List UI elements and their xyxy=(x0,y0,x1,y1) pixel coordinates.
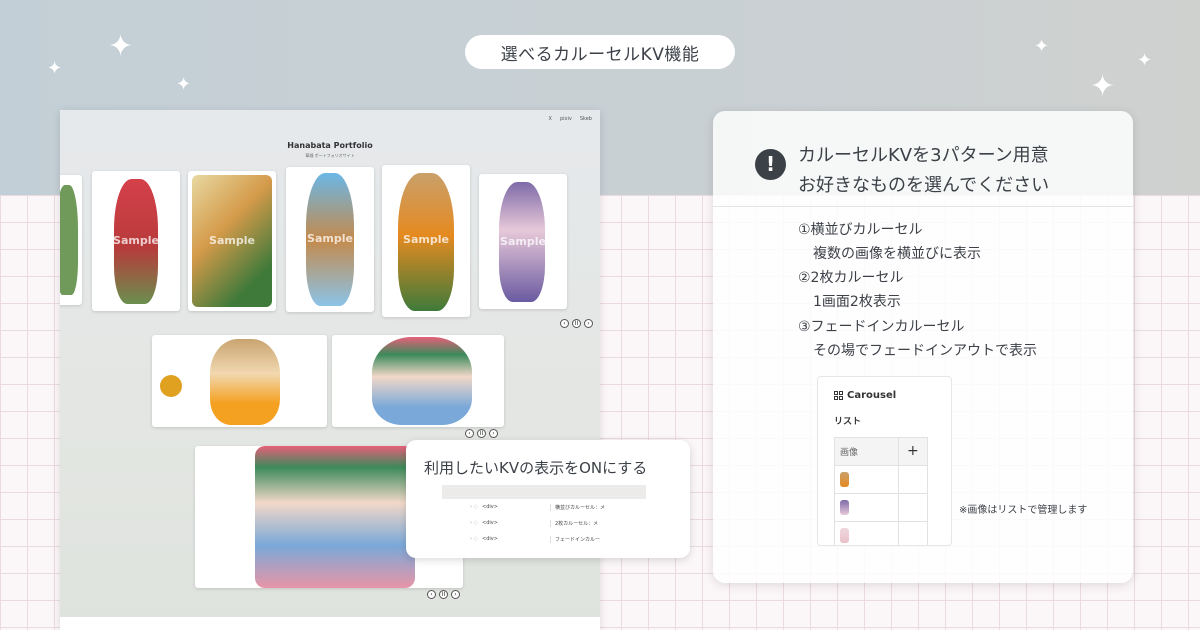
info-panel: ! カルーセルKVを3パターン用意 お好きなものを選んでください ①横並びカルー… xyxy=(713,111,1133,583)
carousel-cms-preview: Carousel リスト 画像 + xyxy=(817,376,952,546)
image-thumbnail xyxy=(840,500,849,515)
next-button[interactable]: › xyxy=(451,590,460,599)
feature-title: 選べるカルーセルKV機能 xyxy=(500,44,700,65)
sparkle-icon: ✦ xyxy=(47,58,63,79)
panel-heading-line1: カルーセルKVを3パターン用意 xyxy=(798,145,1049,166)
element-label: 横並びカルーセル：メ xyxy=(550,503,610,511)
nav-skeb-link[interactable]: Skeb xyxy=(580,116,592,122)
nav-x-link[interactable]: X xyxy=(549,116,552,122)
site-subtitle: 華畑 ポートフォリオサイト xyxy=(305,153,355,158)
element-row[interactable]: › ◌ <div> 横並びカルーセル：メ xyxy=(442,499,646,515)
instruction-callout: 利用したいKVの表示をONにする › ◌ <div> 横並びカルーセル：メ › … xyxy=(406,440,690,558)
add-button[interactable]: + xyxy=(899,438,927,465)
feature-description: その場でフェードインアウトで表示 xyxy=(813,343,1037,359)
feature-description: 1画面2枚表示 xyxy=(813,294,901,310)
sparkle-icon: ✦ xyxy=(1090,69,1116,104)
honey-dipper-illustration xyxy=(160,375,182,397)
prev-button[interactable]: ‹ xyxy=(427,590,436,599)
element-tag: <div> xyxy=(482,520,498,526)
site-title: Hanabata Portfolio xyxy=(287,141,373,150)
callout-title: 利用したいKVの表示をONにする xyxy=(424,459,648,477)
pause-button[interactable]: II xyxy=(439,590,448,599)
carousel-slide[interactable]: Sample xyxy=(92,171,180,311)
sparkle-icon: ✦ xyxy=(176,74,192,95)
sample-watermark: Sample xyxy=(209,234,255,247)
carousel-slide[interactable]: Sample xyxy=(382,165,470,317)
next-button[interactable]: › xyxy=(584,319,593,328)
sparkle-icon: ✦ xyxy=(1034,36,1050,57)
element-tag: <div> xyxy=(482,536,498,542)
list-label: リスト xyxy=(834,417,862,427)
character-illustration xyxy=(372,337,472,425)
sparkle-icon: ✦ xyxy=(1137,50,1153,71)
image-list-table: 画像 + xyxy=(834,437,928,545)
feature-title: ②2枚カルーセル xyxy=(798,270,904,286)
panel-divider xyxy=(713,206,1133,207)
sparkle-icon: ✦ xyxy=(108,29,134,64)
image-list-row[interactable] xyxy=(835,522,927,545)
character-illustration xyxy=(255,446,415,588)
exclamation-icon: ! xyxy=(755,149,786,180)
list-management-note: ※画像はリストで管理します xyxy=(959,505,1088,516)
carousel-slide[interactable] xyxy=(60,175,82,305)
prev-button[interactable]: ‹ xyxy=(465,429,474,438)
feature-title: ③フェードインカルーセル xyxy=(798,319,965,335)
element-label: 2枚カルーセル：メ xyxy=(550,519,610,527)
sample-watermark: Sample xyxy=(113,234,159,247)
carousel-controls: ‹ II › xyxy=(465,429,498,438)
image-list-row[interactable] xyxy=(835,466,927,494)
pause-button[interactable]: II xyxy=(572,319,581,328)
nav-pixiv-link[interactable]: pixiv xyxy=(560,116,572,122)
image-thumbnail xyxy=(840,472,849,487)
panel-heading-line2: お好きなものを選んでください xyxy=(798,175,1050,196)
prev-button[interactable]: ‹ xyxy=(560,319,569,328)
feature-description: 複数の画像を横並びに表示 xyxy=(813,246,981,262)
eye-icon[interactable]: › ◌ xyxy=(442,536,482,542)
carousel-slide[interactable] xyxy=(332,335,504,427)
element-list: › ◌ <div> 横並びカルーセル：メ › ◌ <div> 2枚カルーセル：メ… xyxy=(442,485,646,547)
carousel-slide[interactable]: Sample xyxy=(479,174,567,309)
image-list-row[interactable] xyxy=(835,494,927,522)
image-list-header: 画像 + xyxy=(835,438,927,466)
carousel-slide[interactable]: Sample xyxy=(286,167,374,312)
grid-icon xyxy=(834,391,843,400)
element-list-header xyxy=(442,485,646,499)
carousel-cms-title-text: Carousel xyxy=(847,390,897,401)
carousel-controls: ‹ II › xyxy=(427,590,460,599)
element-row[interactable]: › ◌ <div> フェードインカルー xyxy=(442,531,646,547)
character-illustration xyxy=(210,339,280,425)
sample-watermark: Sample xyxy=(307,232,353,246)
sample-watermark: Sample xyxy=(500,234,546,248)
feature-title-pill: 選べるカルーセルKV機能 xyxy=(465,35,735,69)
eye-icon[interactable]: › ◌ xyxy=(442,520,482,526)
carousel-controls: ‹ II › xyxy=(560,319,593,328)
sample-watermark: Sample xyxy=(403,233,449,247)
eye-icon[interactable]: › ◌ xyxy=(442,504,482,510)
footer-strip xyxy=(60,617,600,630)
carousel-slide[interactable]: Sample xyxy=(188,171,276,311)
element-tag: <div> xyxy=(482,504,498,510)
site-nav: X pixiv Skeb xyxy=(549,116,592,122)
image-thumbnail xyxy=(840,528,849,543)
element-row[interactable]: › ◌ <div> 2枚カルーセル：メ xyxy=(442,515,646,531)
next-button[interactable]: › xyxy=(489,429,498,438)
feature-title: ①横並びカルーセル xyxy=(798,222,923,238)
element-label: フェードインカルー xyxy=(550,535,610,543)
image-column-header: 画像 xyxy=(835,438,899,465)
character-illustration xyxy=(60,185,78,295)
pause-button[interactable]: II xyxy=(477,429,486,438)
carousel-cms-title: Carousel xyxy=(834,390,896,401)
carousel-slide[interactable] xyxy=(152,335,327,427)
